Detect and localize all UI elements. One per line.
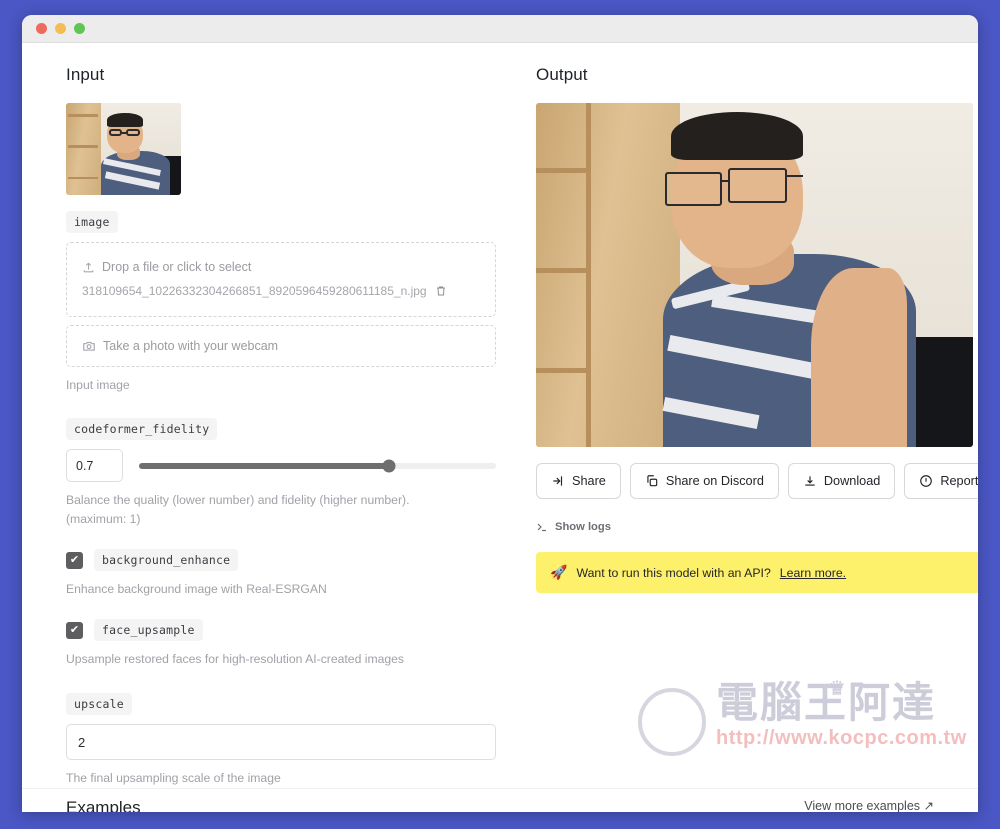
background-enhance-help: Enhance background image with Real-ESRGA… — [66, 582, 327, 597]
rocket-icon: 🚀 — [550, 564, 568, 580]
fidelity-slider-thumb[interactable] — [382, 459, 396, 473]
external-link-icon: ↗ — [923, 799, 934, 812]
browser-window: Input image Drop a file or click to sele… — [22, 15, 978, 812]
trash-icon[interactable] — [435, 285, 447, 297]
copy-icon — [647, 475, 658, 487]
fidelity-help: Balance the quality (lower number) and f… — [66, 491, 496, 529]
face-upsample-help: Upsample restored faces for high-resolut… — [66, 652, 405, 667]
view-more-examples-link[interactable]: View more examples ↗ — [804, 798, 934, 812]
param-label-upscale: upscale — [66, 693, 132, 716]
window-titlebar — [22, 15, 978, 43]
dropzone-prompt: Drop a file or click to select — [102, 260, 252, 274]
api-learn-more-link[interactable]: Learn more. — [780, 566, 846, 580]
examples-heading: Examples — [66, 798, 141, 812]
background-enhance-row[interactable]: ✔ background_enhance — [66, 549, 496, 572]
output-panel-title: Output — [536, 65, 588, 84]
upscale-input[interactable]: 2 — [66, 724, 496, 761]
file-dropzone[interactable]: Drop a file or click to select 318109654… — [66, 242, 496, 317]
fidelity-help-line-2: (maximum: 1) — [66, 512, 141, 527]
download-button[interactable]: Download — [787, 463, 896, 499]
input-image-thumbnail[interactable] — [66, 103, 181, 195]
fidelity-slider-track[interactable] — [139, 459, 496, 473]
share-button[interactable]: Share — [536, 463, 621, 499]
page-footer: Examples View more examples ↗ — [22, 788, 978, 812]
download-icon — [805, 476, 815, 486]
share-on-discord-label: Share on Discord — [665, 474, 764, 488]
maximize-window-button[interactable] — [74, 23, 85, 34]
output-image[interactable] — [536, 103, 973, 447]
fidelity-slider-fill — [139, 462, 389, 469]
checkmark-icon: ✔ — [69, 623, 80, 636]
face-upsample-row[interactable]: ✔ face_upsample — [66, 619, 496, 642]
share-on-discord-button[interactable]: Share on Discord — [629, 463, 779, 499]
camera-icon — [83, 341, 95, 351]
param-label-face-upsample: face_upsample — [94, 619, 203, 642]
face-upsample-checkbox[interactable]: ✔ — [66, 621, 83, 639]
minimize-window-button[interactable] — [55, 23, 66, 34]
param-label-background-enhance: background_enhance — [94, 549, 239, 572]
fidelity-help-line-1: Balance the quality (lower number) and f… — [66, 493, 410, 508]
webcam-capture-zone[interactable]: Take a photo with your webcam — [66, 324, 496, 367]
show-logs-toggle[interactable]: Show logs — [536, 521, 978, 533]
two-column-layout: Input image Drop a file or click to sele… — [22, 43, 978, 812]
alert-circle-icon — [920, 475, 933, 487]
upload-icon — [83, 263, 94, 273]
param-label-image: image — [66, 211, 118, 233]
page-content: Input image Drop a file or click to sele… — [22, 43, 978, 812]
share-arrow-icon — [553, 476, 563, 486]
output-panel: Output Share Share on Discord Download R… — [536, 65, 978, 788]
api-banner: 🚀 Want to run this model with an API? Le… — [536, 552, 978, 593]
upscale-help: The final upsampling scale of the image — [66, 771, 281, 786]
report-button-label: Report — [940, 474, 978, 488]
fidelity-slider-row[interactable]: 0.7 — [66, 449, 496, 483]
share-button-label: Share — [572, 474, 606, 488]
background-enhance-checkbox[interactable]: ✔ — [66, 551, 83, 569]
output-actions: Share Share on Discord Download Report — [536, 463, 978, 499]
api-banner-text: Want to run this model with an API? — [576, 565, 771, 580]
terminal-prompt-icon — [537, 523, 546, 532]
input-panel-title: Input — [66, 65, 105, 84]
param-label-codeformer-fidelity: codeformer_fidelity — [66, 418, 218, 441]
close-window-button[interactable] — [36, 23, 47, 34]
webcam-label: Take a photo with your webcam — [103, 338, 279, 353]
show-logs-label: Show logs — [555, 521, 611, 533]
fidelity-value-input[interactable]: 0.7 — [66, 449, 123, 483]
report-button[interactable]: Report — [904, 463, 978, 499]
input-image-help: Input image — [66, 377, 130, 392]
view-more-examples-label: View more examples — [804, 799, 921, 812]
checkmark-icon: ✔ — [69, 553, 80, 566]
uploaded-filename: 318109654_10226332304266851_892059645928… — [82, 283, 427, 298]
input-panel: Input image Drop a file or click to sele… — [66, 65, 496, 812]
download-button-label: Download — [823, 474, 881, 488]
